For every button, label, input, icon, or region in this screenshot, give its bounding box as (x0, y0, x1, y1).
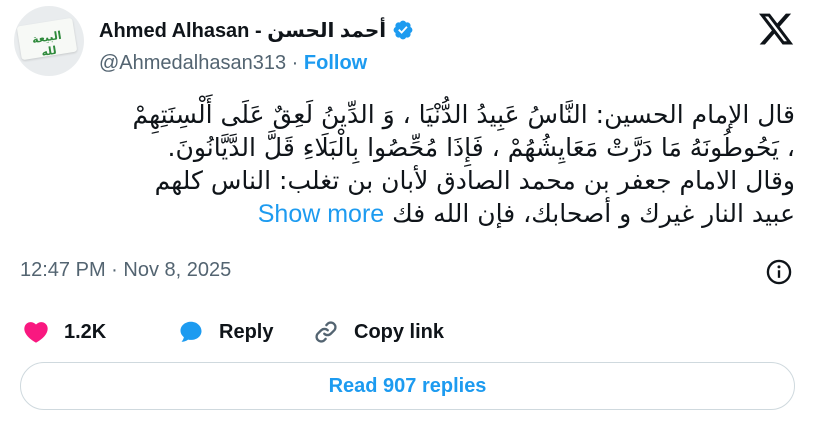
handle-separator: · (291, 52, 299, 74)
read-replies-button[interactable]: Read 907 replies (20, 362, 795, 410)
like-button[interactable]: 1.2K (22, 318, 177, 346)
verified-badge-icon (393, 20, 413, 40)
reply-button[interactable]: Reply (177, 318, 312, 346)
heart-icon (24, 322, 48, 343)
like-count: 1.2K (64, 320, 107, 343)
tweet-text: قال الإمام الحسين: النَّاسُ عَبِيدُ الدُ… (20, 98, 796, 231)
link-icon (315, 321, 337, 343)
reply-bubble-icon (180, 321, 202, 342)
action-bar: 1.2K Reply Copy link (22, 318, 444, 346)
info-icon[interactable] (765, 258, 793, 286)
tweet-line: قال الإمام الحسين: النَّاسُ عَبِيدُ الدُ… (132, 100, 796, 129)
read-replies-label: Read 907 replies (328, 374, 487, 397)
flag-text: البيعة لله (31, 28, 63, 59)
flag-image: البيعة لله (16, 17, 78, 61)
handle-row: @Ahmedalhasan313 · Follow (99, 52, 367, 75)
tweet-line: عبيد النار غيرك و أصحابك، فإن الله فك (392, 199, 795, 228)
tweet-line: ، يَحُوطُونَهُ مَا دَرَّتْ مَعَايِشُهُمْ… (167, 133, 795, 162)
display-name[interactable]: Ahmed Alhasan - أحمد الحسن (99, 18, 386, 43)
tweet-timestamp[interactable]: 12:47 PM · Nov 8, 2025 (20, 259, 231, 282)
copy-link-button[interactable]: Copy link (312, 318, 444, 346)
handle[interactable]: @Ahmedalhasan313 (99, 52, 286, 74)
display-name-row[interactable]: Ahmed Alhasan - أحمد الحسن (99, 17, 414, 43)
copy-link-label: Copy link (354, 320, 445, 343)
x-logo-icon[interactable] (757, 10, 795, 48)
tweet-line: وقال الامام جعفر بن محمد الصادق لأبان بن… (154, 166, 795, 195)
reply-label: Reply (219, 320, 274, 343)
show-more-link[interactable]: Show more (258, 200, 384, 228)
follow-button[interactable]: Follow (304, 52, 367, 74)
tweet-line-last: عبيد النار غيرك و أصحابك، فإن الله فك Sh… (20, 197, 795, 231)
avatar[interactable]: البيعة لله (14, 6, 84, 76)
